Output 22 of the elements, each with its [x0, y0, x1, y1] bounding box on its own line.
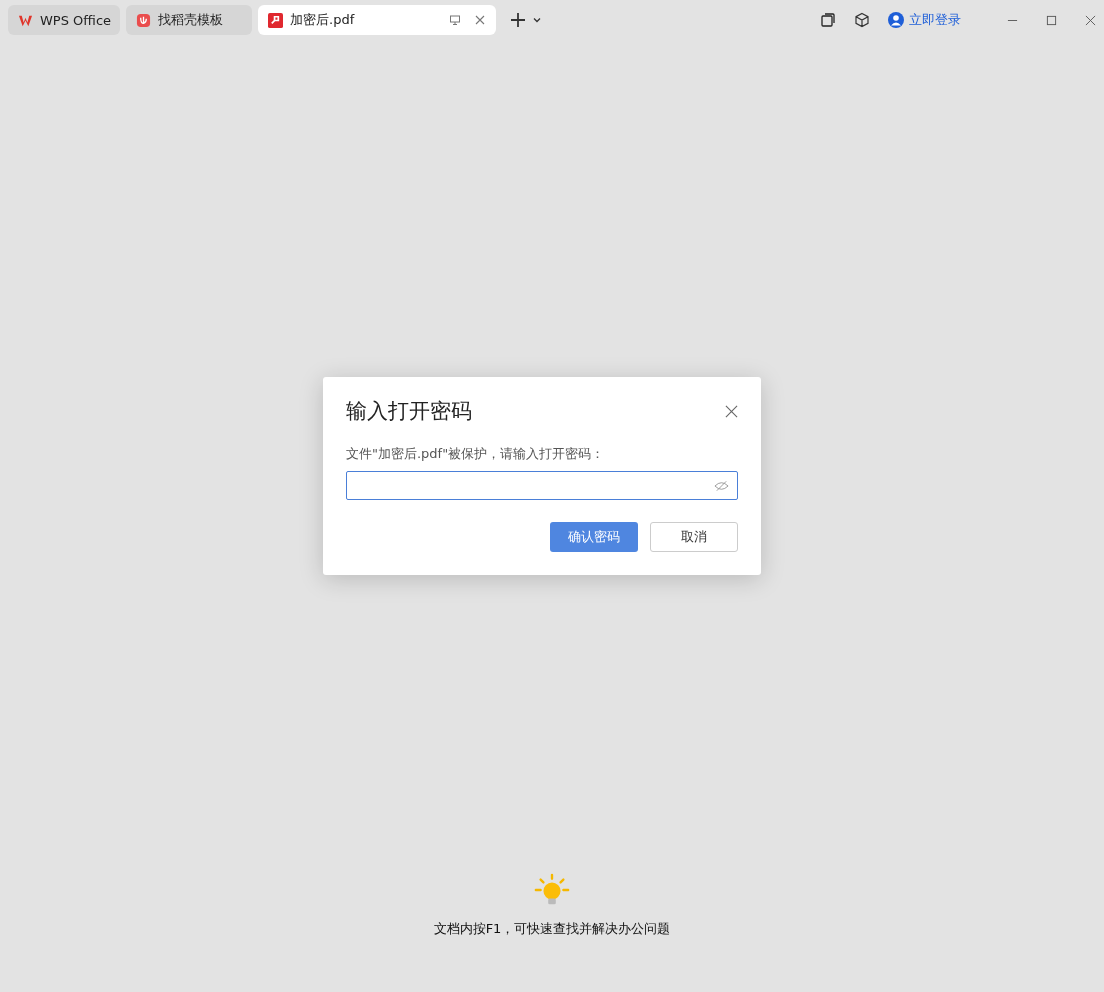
- close-icon[interactable]: [725, 404, 738, 418]
- tip-text: 文档内按F1，可快速查找并解决办公问题: [433, 920, 671, 938]
- user-avatar-icon: [888, 12, 904, 28]
- cube-icon[interactable]: [854, 12, 870, 28]
- pdf-file-icon: [268, 12, 283, 28]
- maximize-icon[interactable]: [1046, 14, 1057, 26]
- monitor-icon[interactable]: [449, 14, 461, 26]
- confirm-button[interactable]: 确认密码: [550, 522, 638, 552]
- tab[interactable]: 加密后.pdf: [258, 5, 496, 35]
- tab[interactable]: 找稻壳模板: [126, 5, 252, 35]
- caret-icon[interactable]: [532, 15, 542, 25]
- login-button[interactable]: 立即登录: [888, 11, 961, 29]
- close-icon[interactable]: [474, 14, 486, 26]
- dialog-title: 输入打开密码: [346, 398, 472, 425]
- add-tab-icon[interactable]: [510, 12, 526, 28]
- dialog-message: 文件"加密后.pdf"被保护，请输入打开密码：: [346, 445, 606, 463]
- password-field[interactable]: [346, 471, 738, 500]
- cancel-button[interactable]: 取消: [650, 522, 738, 552]
- close-window-icon[interactable]: [1085, 14, 1096, 26]
- leaf-logo-icon: [136, 12, 151, 28]
- window-copy-icon[interactable]: [820, 12, 836, 28]
- tab[interactable]: WPS Office: [8, 5, 120, 35]
